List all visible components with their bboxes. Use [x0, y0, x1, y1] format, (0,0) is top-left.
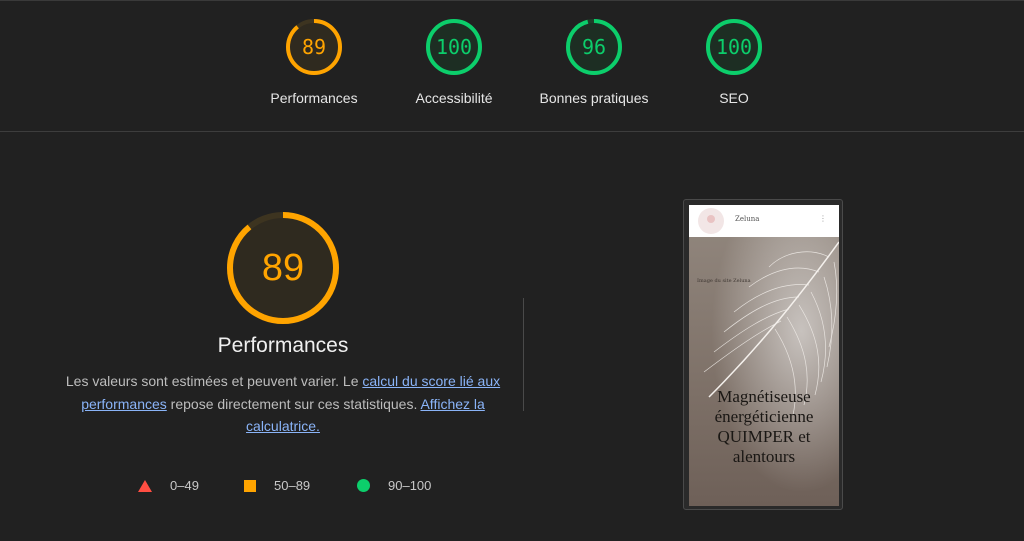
gauge-performance[interactable]: 89 Performances	[244, 18, 384, 106]
main-description: Les valeurs sont estimées et peuvent var…	[60, 370, 506, 438]
gauge-score: 100	[716, 35, 752, 59]
gauge-score: 96	[582, 35, 606, 59]
legend-item-average: 50–89	[244, 478, 310, 493]
legend-item-pass: 90–100	[357, 478, 431, 493]
gauge-ring: 100	[706, 19, 762, 75]
description-text: repose directement sur ces statistiques.	[166, 395, 421, 412]
main-title: Performances	[217, 334, 349, 357]
legend-range: 90–100	[388, 478, 432, 493]
circle-icon	[357, 479, 370, 492]
legend-range: 0–49	[170, 478, 199, 493]
gauge-best-practices[interactable]: 96 Bonnes pratiques	[524, 18, 664, 106]
performance-summary: 89 Performances Les valeurs sont estimée…	[60, 210, 506, 438]
gauge-score: 100	[436, 35, 472, 59]
legend-range: 50–89	[274, 478, 311, 493]
score-legend: 0–49 50–89 90–100	[0, 478, 1024, 498]
hero-image: Image du site Zeluna Magnétiseuse énergé…	[689, 237, 839, 506]
site-logo	[698, 208, 724, 234]
vertical-separator	[523, 298, 524, 411]
site-name: Zeluna	[735, 215, 760, 223]
gauge-seo[interactable]: 100 SEO	[664, 18, 804, 106]
gauge-ring: 96	[566, 19, 622, 75]
triangle-icon	[138, 479, 152, 492]
main-gauge: 89	[227, 212, 339, 324]
gauge-label: SEO	[719, 90, 749, 106]
section-divider	[0, 131, 1024, 132]
gauge-label: Accessibilité	[415, 90, 493, 106]
gauge-ring: 89	[286, 19, 342, 75]
gauge-label: Bonnes pratiques	[539, 90, 649, 106]
menu-icon: ⋮	[819, 214, 827, 223]
square-icon	[244, 479, 256, 492]
legend-item-fail: 0–49	[138, 478, 199, 493]
main-score: 89	[262, 247, 304, 289]
site-header: Zeluna ⋮	[689, 205, 839, 237]
gauge-label: Performances	[270, 90, 358, 106]
category-gauges: 89 Performances 100 Accessibilité 96 Bon…	[0, 0, 1024, 131]
gauge-score: 89	[302, 35, 326, 59]
hero-heading: Magnétiseuse énergéticienne QUIMPER et a…	[714, 387, 814, 466]
page-screenshot: Zeluna ⋮ Image du site Zeluna Magnétiseu…	[683, 199, 843, 510]
gauge-accessibility[interactable]: 100 Accessibilité	[384, 18, 524, 106]
description-text: Les valeurs sont estimées et peuvent var…	[65, 373, 363, 389]
broken-image-alt: Image du site Zeluna	[697, 278, 751, 284]
gauge-ring: 100	[426, 19, 482, 75]
screenshot-screen: Zeluna ⋮ Image du site Zeluna Magnétiseu…	[689, 205, 839, 506]
